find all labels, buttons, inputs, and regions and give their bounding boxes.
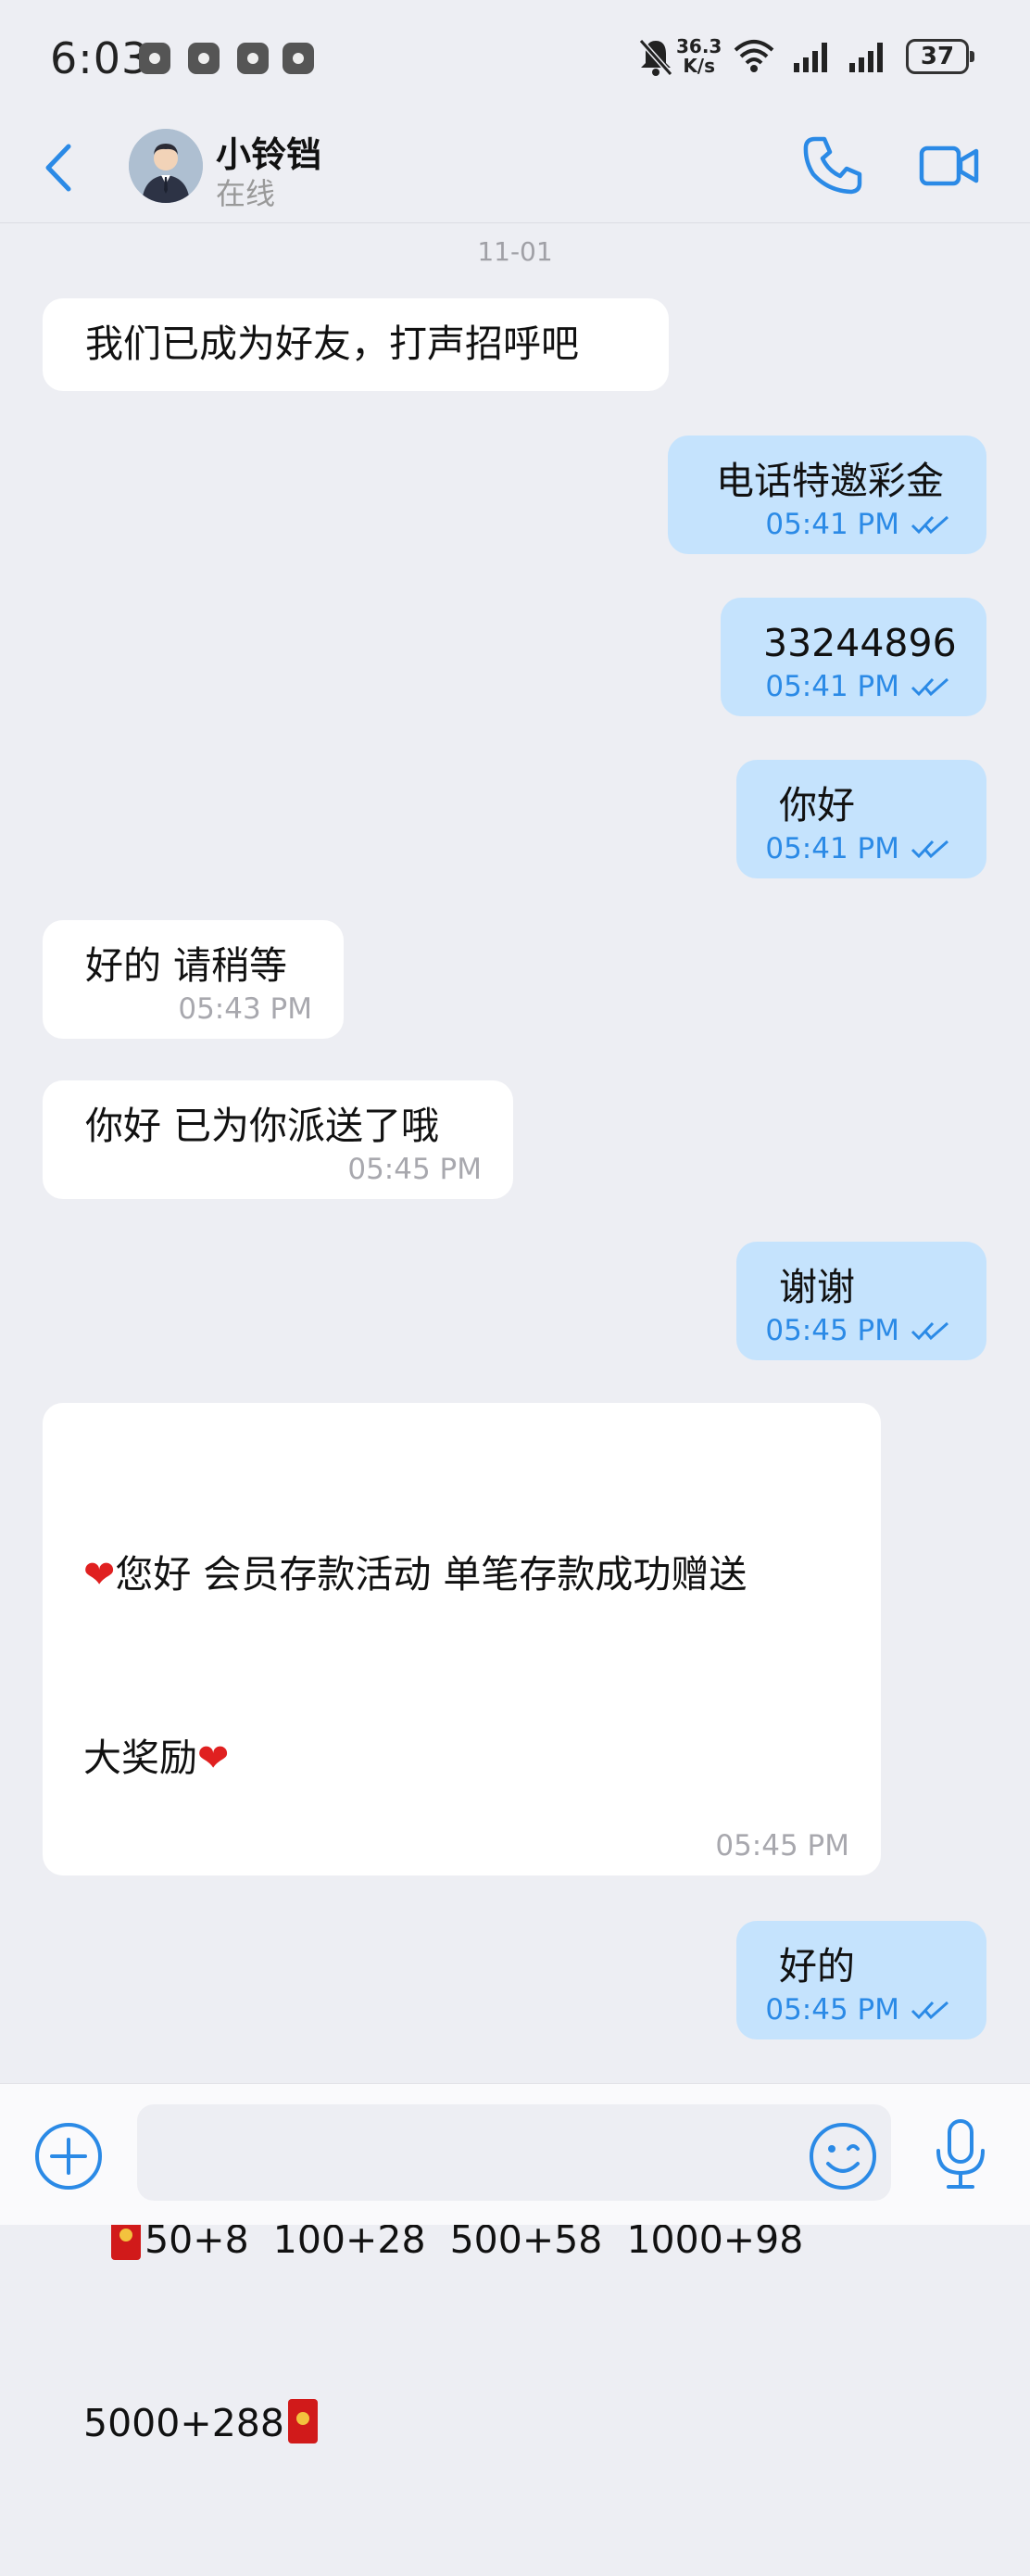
promo-line-1: ❤您好 会员存款活动 单笔存款成功赠送: [83, 1544, 838, 1605]
message-text: 你好: [779, 783, 855, 827]
message-text: 好的 请稍等: [85, 943, 288, 988]
input-bar: [0, 2083, 1030, 2225]
phone-icon[interactable]: [800, 133, 865, 198]
emoji-icon[interactable]: [808, 2121, 878, 2191]
read-receipt-icon: [911, 1321, 948, 1341]
network-speed-value: 36.3: [676, 35, 722, 57]
read-receipt-icon: [911, 515, 948, 535]
avatar-icon: [129, 129, 203, 203]
message-time: 05:45 PM: [715, 1829, 849, 1863]
message-text: ❤您好 会员存款活动 单笔存款成功赠送 大奖励❤ 50+8 100+28 500…: [83, 1421, 838, 2576]
read-receipt-icon: [911, 840, 948, 859]
notification-icon: [188, 43, 220, 74]
promo-line-2: 大奖励❤: [83, 1727, 838, 1788]
message-time: 05:45 PM: [347, 1153, 482, 1186]
signal-icon: [794, 43, 827, 72]
message-time: 05:41 PM: [765, 832, 899, 865]
wifi-icon: [734, 40, 774, 72]
video-call-icon[interactable]: [919, 141, 980, 191]
message-text: 电话特邀彩金: [716, 459, 944, 503]
red-envelope-icon: [287, 2399, 318, 2443]
message-meta: 05:41 PM: [765, 832, 949, 865]
message-time: 05:41 PM: [765, 508, 899, 541]
message-time: 05:41 PM: [765, 670, 899, 703]
microphone-icon[interactable]: [932, 2117, 989, 2191]
heart-icon: ❤: [83, 1552, 116, 1597]
message-text: 好的: [779, 1944, 855, 1989]
message-incoming[interactable]: 好的 请稍等 05:43 PM: [43, 920, 344, 1039]
message-outgoing[interactable]: 好的 05:45 PM: [736, 1921, 986, 2039]
message-meta: 05:41 PM: [765, 670, 949, 703]
mute-icon: [638, 39, 673, 76]
notification-icon: [237, 43, 269, 74]
message-meta: 05:45 PM: [765, 1993, 949, 2027]
message-outgoing[interactable]: 谢谢 05:45 PM: [736, 1242, 986, 1360]
message-text-line: 大奖励: [83, 1736, 197, 1780]
promo-line-4: 5000+288: [83, 2393, 838, 2454]
message-outgoing[interactable]: 你好 05:41 PM: [736, 760, 986, 878]
network-speed-unit: K/s: [683, 55, 716, 77]
chat-header: 小铃铛 在线: [0, 117, 1030, 223]
message-text-line: 您好 会员存款活动 单笔存款成功赠送: [115, 1552, 747, 1597]
signal-icon: [849, 43, 883, 72]
notification-icon: [283, 43, 314, 74]
back-icon[interactable]: [37, 135, 80, 200]
message-text: 33244896: [763, 621, 957, 665]
message-incoming[interactable]: ❤您好 会员存款活动 单笔存款成功赠送 大奖励❤ 50+8 100+28 500…: [43, 1403, 881, 2445]
message-outgoing[interactable]: 电话特邀彩金 05:41 PM: [668, 436, 986, 554]
message-text: 我们已成为好友，打声招呼吧: [85, 322, 579, 366]
message-text-line: 5000+288: [83, 2401, 284, 2445]
notification-icon: [139, 43, 170, 74]
message-input[interactable]: [137, 2104, 891, 2201]
heart-icon: ❤: [197, 1736, 230, 1780]
read-receipt-icon: [911, 2001, 948, 2020]
add-icon[interactable]: [33, 2121, 104, 2191]
message-text: 你好 已为你派送了哦: [85, 1104, 440, 1148]
network-speed: 36.3 K/s: [676, 37, 722, 76]
message-meta: 05:41 PM: [765, 508, 949, 541]
contact-name: 小铃铛: [216, 134, 322, 175]
battery-icon: 37: [906, 39, 974, 74]
status-time: 6:03: [50, 33, 150, 83]
message-incoming[interactable]: 我们已成为好友，打声招呼吧: [43, 298, 669, 391]
avatar[interactable]: [129, 129, 203, 203]
message-time: 05:45 PM: [765, 1314, 899, 1347]
message-time: 05:43 PM: [178, 992, 312, 1026]
message-outgoing[interactable]: 33244896 05:41 PM: [721, 598, 986, 716]
message-incoming[interactable]: 你好 已为你派送了哦 05:45 PM: [43, 1080, 513, 1199]
read-receipt-icon: [911, 677, 948, 697]
message-text: 谢谢: [779, 1265, 855, 1309]
message-meta: 05:45 PM: [765, 1314, 949, 1347]
date-separator: 11-01: [477, 236, 553, 267]
message-time: 05:45 PM: [765, 1993, 899, 2027]
contact-status: 在线: [216, 176, 276, 211]
status-bar: 6:03 36.3 K/s 37: [0, 0, 1030, 117]
